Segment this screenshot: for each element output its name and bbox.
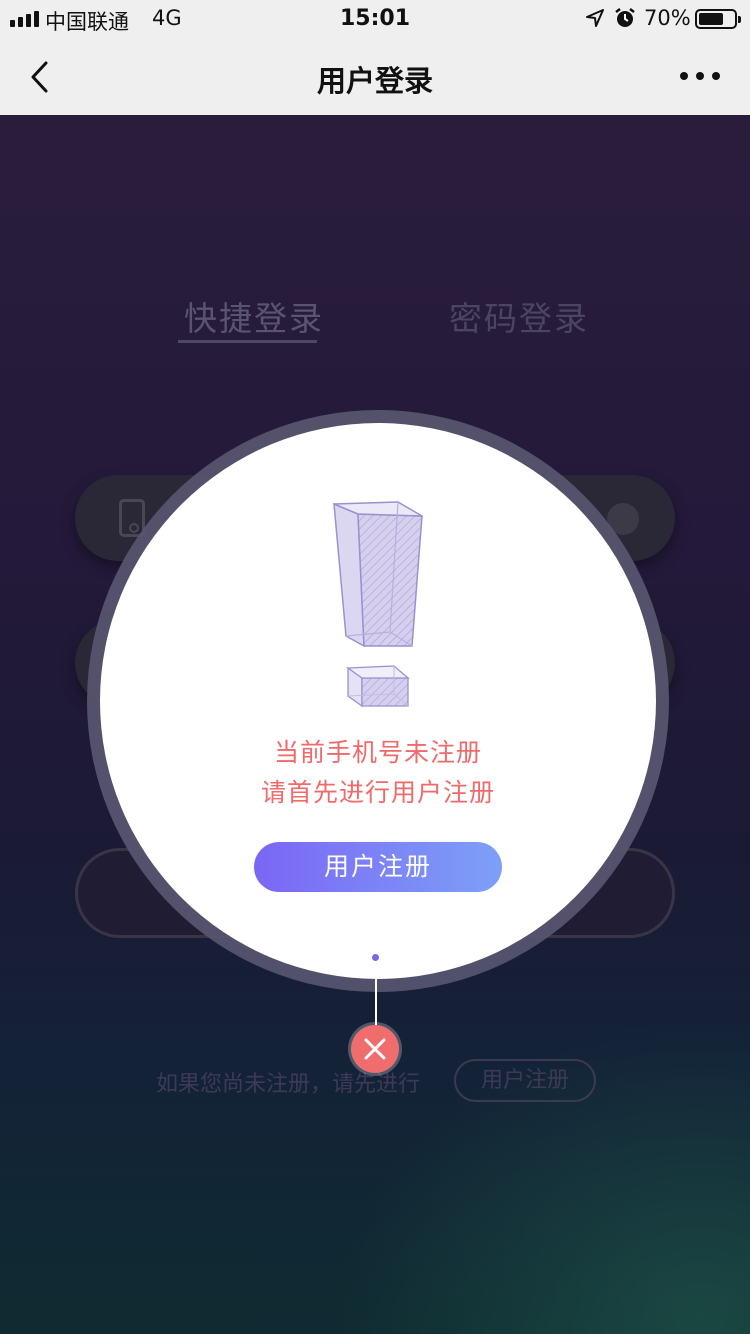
popup-message-line2: 请首先进行用户注册	[260, 778, 495, 807]
tab-quick-login[interactable]: 快捷登录	[184, 292, 324, 340]
page-title: 用户登录	[316, 64, 433, 98]
connector-dot	[372, 954, 379, 961]
footer-register-button[interactable]: 用户注册	[454, 1059, 596, 1102]
battery-icon	[695, 9, 741, 29]
navigation-bar: 用户登录	[0, 38, 750, 115]
register-button[interactable]: 用户注册	[254, 842, 502, 892]
location-icon	[586, 9, 604, 27]
clock: 15:01	[339, 6, 411, 31]
active-tab-indicator	[178, 340, 317, 343]
alarm-icon	[615, 8, 635, 27]
battery-percent: 70%	[644, 6, 691, 30]
tab-password-login[interactable]: 密码登录	[449, 292, 589, 340]
exclamation-icon	[333, 501, 423, 708]
close-icon	[364, 1038, 386, 1060]
connector-line	[375, 961, 377, 1029]
popup-message-line1: 当前手机号未注册	[273, 738, 482, 767]
more-dots-icon[interactable]	[680, 72, 720, 80]
close-button[interactable]	[351, 1025, 399, 1073]
status-bar: 中国联通 4G 15:01 70%	[0, 0, 750, 38]
